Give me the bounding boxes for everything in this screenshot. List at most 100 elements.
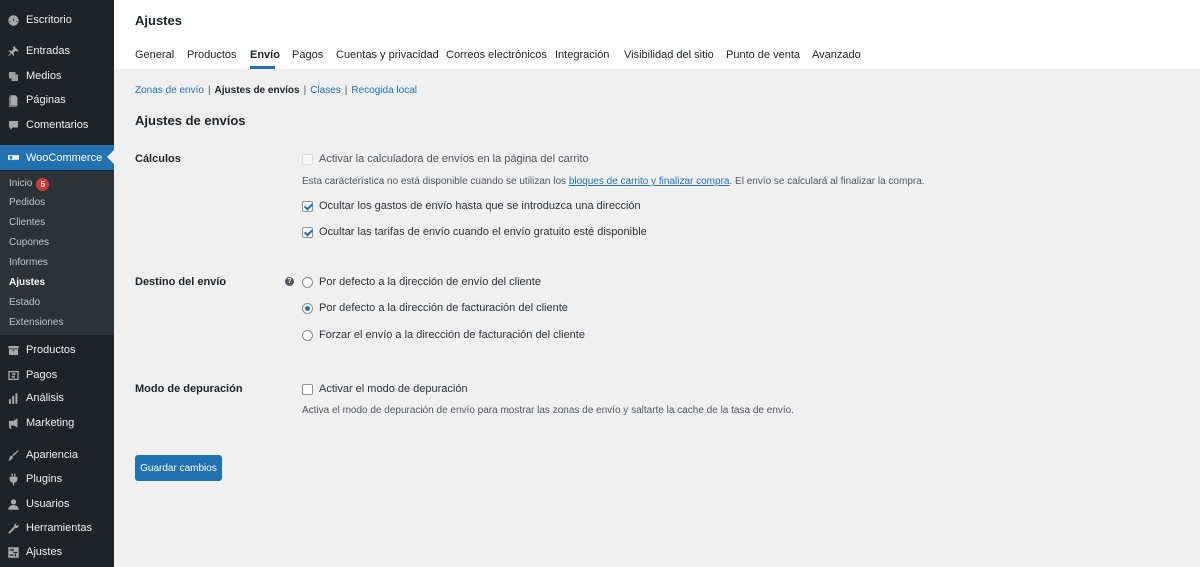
menu-label: Marketing xyxy=(26,417,75,429)
subnav-zonas-envio[interactable]: Zonas de envío xyxy=(135,85,204,96)
woocommerce-icon xyxy=(6,151,20,165)
menu-item-comentarios[interactable]: Comentarios xyxy=(0,113,114,137)
tab-correos[interactable]: Correos electrónicos xyxy=(446,49,547,61)
menu-item-woocommerce[interactable]: WooCommerce xyxy=(0,145,114,170)
hide-rates-checkbox[interactable] xyxy=(302,226,313,238)
debug-option-label: Activar el modo de depuración xyxy=(319,383,468,395)
save-changes-button[interactable]: Guardar cambios xyxy=(135,455,222,481)
menu-label: Pagos xyxy=(26,369,58,381)
submenu-item-clientes[interactable]: Clientes xyxy=(9,215,45,231)
section-title: Ajustes de envíos xyxy=(135,113,246,128)
subnav-separator: | xyxy=(207,85,211,96)
tab-integracion[interactable]: Integración xyxy=(555,49,609,61)
menu-label: Usuarios xyxy=(26,498,70,510)
debug-checkbox[interactable] xyxy=(302,383,313,395)
subnav-recogida-local[interactable]: Recogida local xyxy=(351,85,417,96)
settings-header: Ajustes General Productos Envío Pagos Cu… xyxy=(114,0,1200,69)
tab-pagos[interactable]: Pagos xyxy=(292,49,323,61)
destino-radio-billing[interactable] xyxy=(302,302,313,314)
dollar-icon xyxy=(6,368,20,382)
menu-label: WooCommerce xyxy=(26,151,103,164)
shipping-calculator-checkbox[interactable] xyxy=(302,153,313,165)
menu-item-analisis[interactable]: Análisis xyxy=(0,386,114,410)
submenu-item-cupones[interactable]: Cupones xyxy=(9,235,49,251)
hide-costs-option: Ocultar los gastos de envío hasta que se… xyxy=(302,200,641,212)
pin-icon xyxy=(6,44,20,58)
destino-option-label: Forzar el envío a la dirección de factur… xyxy=(319,329,585,341)
destino-option-force-billing: Forzar el envío a la dirección de factur… xyxy=(302,329,585,341)
menu-label: Medios xyxy=(26,70,62,82)
hide-rates-label: Ocultar las tarifas de envío cuando el e… xyxy=(319,226,647,238)
menu-label: Entradas xyxy=(26,45,71,57)
menu-label: Ajustes xyxy=(26,546,63,558)
tab-visibilidad[interactable]: Visibilidad del sitio xyxy=(624,49,714,61)
menu-item-apariencia[interactable]: Apariencia xyxy=(0,443,114,467)
desc-text: Esta característica no está disponible c… xyxy=(302,176,569,187)
menu-label: Páginas xyxy=(26,94,66,106)
menu-label: Escritorio xyxy=(26,14,72,26)
desc-text: . El envío se calculará al finalizar la … xyxy=(729,176,925,187)
megaphone-icon xyxy=(6,416,20,430)
destino-radio-shipping[interactable] xyxy=(302,276,313,288)
menu-label: Apariencia xyxy=(26,449,78,461)
tab-avanzado[interactable]: Avanzado xyxy=(812,49,861,61)
subnav-clases[interactable]: Clases xyxy=(310,85,341,96)
menu-label: Plugins xyxy=(26,473,63,485)
menu-item-productos[interactable]: Productos xyxy=(0,338,114,362)
subnav-separator: | xyxy=(344,85,348,96)
hide-costs-checkbox[interactable] xyxy=(302,200,313,212)
cart-checkout-blocks-link[interactable]: bloques de carrito y finalizar compra xyxy=(569,176,730,187)
hide-costs-label: Ocultar los gastos de envío hasta que se… xyxy=(319,200,641,212)
shipping-calculator-option: Activar la calculadora de envíos en la p… xyxy=(302,153,589,165)
pages-icon xyxy=(6,93,20,107)
shipping-calculator-label: Activar la calculadora de envíos en la p… xyxy=(319,153,589,165)
menu-label: Comentarios xyxy=(26,119,89,131)
destino-label: Destino del envío xyxy=(135,276,227,288)
hide-rates-option: Ocultar las tarifas de envío cuando el e… xyxy=(302,226,647,238)
menu-item-usuarios[interactable]: Usuarios xyxy=(0,492,114,516)
dashboard-icon xyxy=(6,13,20,27)
submenu-label: Inicio xyxy=(9,178,33,189)
menu-item-medios[interactable]: Medios xyxy=(0,64,114,88)
tab-general[interactable]: General xyxy=(135,49,174,61)
menu-item-paginas[interactable]: Páginas xyxy=(0,88,114,112)
brush-icon xyxy=(6,448,20,462)
debug-option: Activar el modo de depuración xyxy=(302,383,468,395)
menu-item-marketing[interactable]: Marketing xyxy=(0,411,114,435)
submenu-item-extensiones[interactable]: Extensiones xyxy=(9,315,63,331)
destino-option-billing: Por defecto a la dirección de facturació… xyxy=(302,302,568,314)
submenu-item-informes[interactable]: Informes xyxy=(9,255,48,271)
tab-cuentas-privacidad[interactable]: Cuentas y privacidad xyxy=(336,49,439,61)
tab-envio[interactable]: Envío xyxy=(250,49,280,61)
debug-label: Modo de depuración xyxy=(135,383,243,395)
destino-radio-force-billing[interactable] xyxy=(302,329,313,341)
menu-label: Análisis xyxy=(26,392,64,404)
menu-item-herramientas[interactable]: Herramientas xyxy=(0,516,114,540)
menu-item-entradas[interactable]: Entradas xyxy=(0,39,114,63)
comment-icon xyxy=(6,118,20,132)
menu-item-escritorio[interactable]: Escritorio xyxy=(0,8,114,32)
active-tab-indicator xyxy=(250,66,275,69)
tab-productos[interactable]: Productos xyxy=(187,49,237,61)
admin-sidebar: Escritorio Entradas Medios Páginas Comen… xyxy=(0,0,114,567)
subnav-ajustes-envios[interactable]: Ajustes de envíos xyxy=(215,85,300,96)
destino-option-label: Por defecto a la dirección de envío del … xyxy=(319,276,541,288)
tab-punto-venta[interactable]: Punto de venta xyxy=(726,49,800,61)
help-icon[interactable]: ? xyxy=(285,277,294,286)
wrench-icon xyxy=(6,521,20,535)
menu-item-ajustes[interactable]: Ajustes xyxy=(0,540,114,564)
plugin-icon xyxy=(6,472,20,486)
destino-option-label: Por defecto a la dirección de facturació… xyxy=(319,302,568,314)
notification-badge: 5 xyxy=(36,177,50,191)
submenu-item-estado[interactable]: Estado xyxy=(9,295,40,311)
menu-item-pagos[interactable]: Pagos xyxy=(0,363,114,387)
bar-chart-icon xyxy=(6,391,20,405)
submenu-item-inicio[interactable]: Inicio 5 xyxy=(9,176,50,192)
page-title: Ajustes xyxy=(135,13,182,28)
calculos-label: Cálculos xyxy=(135,153,181,165)
debug-description: Activa el modo de depuración de envío pa… xyxy=(302,405,794,416)
woocommerce-submenu: Inicio 5 Pedidos Clientes Cupones Informe… xyxy=(0,171,114,335)
submenu-item-pedidos[interactable]: Pedidos xyxy=(9,195,45,211)
menu-item-plugins[interactable]: Plugins xyxy=(0,467,114,491)
submenu-item-ajustes[interactable]: Ajustes xyxy=(9,275,45,291)
